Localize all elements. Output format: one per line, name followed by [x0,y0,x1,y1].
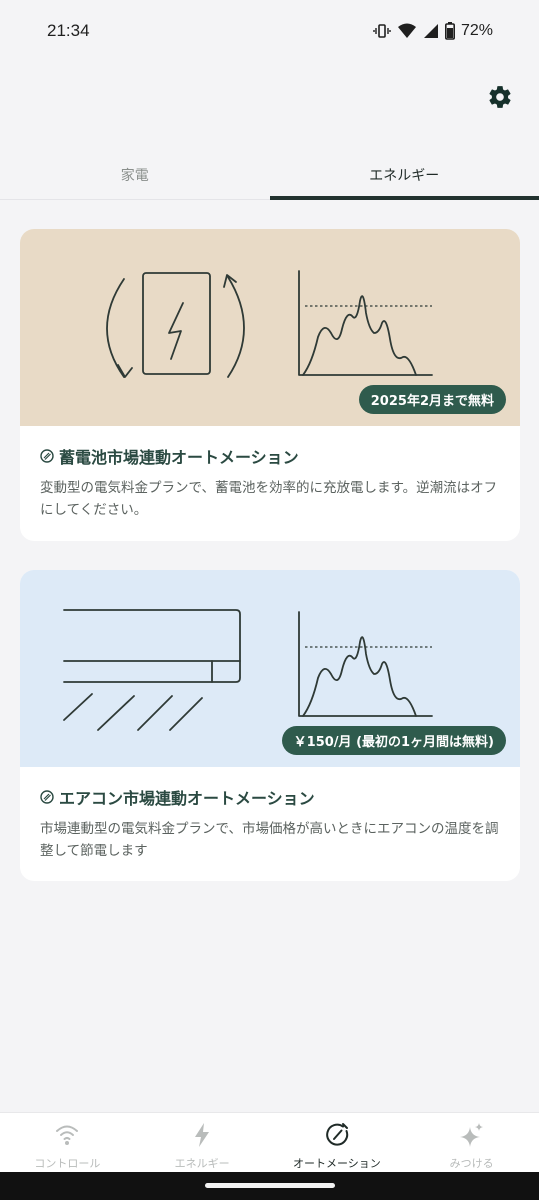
battery-icon [444,22,455,40]
sparkle-icon [459,1123,483,1147]
card-title-row: エアコン市場連動オートメーション [40,785,500,809]
wifi-icon [397,22,417,40]
price-badge: ￥150/月 (最初の1ヶ月間は無料) [281,726,506,755]
automation-icon [40,449,54,463]
nav-item-automation[interactable]: オートメーション [270,1113,405,1172]
wifi-control-icon [56,1125,79,1145]
nav-item-control[interactable]: コントロール [0,1113,135,1172]
price-badge: 2025年2月まで無料 [358,385,506,414]
home-gesture-handle[interactable] [205,1183,335,1188]
nav-label: みつける [449,1157,494,1170]
vibrate-icon [373,22,391,40]
tab-energy[interactable]: エネルギー [269,150,539,200]
battery-percent: 72% [460,22,493,39]
card-title-row: 蓄電池市場連動オートメーション [40,444,500,468]
signal-icon [423,23,439,39]
settings-button[interactable] [487,84,513,110]
system-gesture-area [0,1172,539,1200]
battery-illustration: 2025年2月まで無料 [20,229,520,426]
status-icons: 72% [373,22,493,40]
status-bar: 21:34 72% [0,0,539,62]
nav-label: エネルギー [174,1157,230,1170]
lightning-icon [195,1123,210,1147]
tab-bar: 家電 エネルギー [0,150,539,200]
automation-icon [40,790,54,804]
nav-item-discover[interactable]: みつける [404,1113,539,1172]
card-title: エアコン市場連動オートメーション [59,789,315,808]
status-time: 21:34 [47,21,90,40]
nav-item-energy[interactable]: エネルギー [135,1113,270,1172]
battery-automation-card[interactable]: 2025年2月まで無料 蓄電池市場連動オートメーション 変動型の電気料金プランで… [20,229,520,541]
card-description: 市場連動型の電気料金プランで、市場価格が高いときにエアコンの温度を調整して節電し… [40,821,499,859]
tab-appliances[interactable]: 家電 [0,150,270,199]
nav-label: コントロール [34,1157,101,1170]
aircon-illustration: ￥150/月 (最初の1ヶ月間は無料) [20,570,520,767]
automation-gauge-icon [326,1123,348,1146]
nav-label: オートメーション [292,1157,381,1170]
card-title: 蓄電池市場連動オートメーション [59,448,299,467]
gear-icon [489,86,511,108]
card-description: 変動型の電気料金プランで、蓄電池を効率的に充放電します。逆潮流はオフにしてくださ… [40,480,498,518]
aircon-automation-card[interactable]: ￥150/月 (最初の1ヶ月間は無料) エアコン市場連動オートメーション 市場連… [20,570,520,881]
bottom-navigation: コントロール エネルギー オートメーション みつける [0,1112,539,1172]
